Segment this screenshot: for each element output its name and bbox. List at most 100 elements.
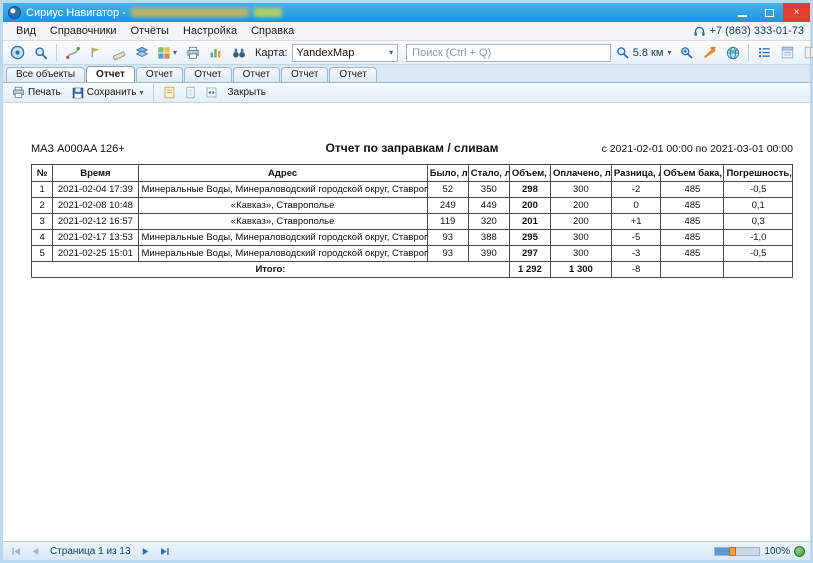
track-button[interactable] xyxy=(62,43,83,63)
app-logo-icon xyxy=(8,6,21,19)
column-header: Погрешность, % xyxy=(724,165,793,182)
follow-object-button[interactable] xyxy=(699,43,720,63)
totals-row: Итого:1 2921 300-8 xyxy=(32,262,793,278)
report-panel-button[interactable] xyxy=(777,43,798,63)
map-layers-dropdown[interactable]: ▾ xyxy=(154,43,180,63)
minimize-button[interactable] xyxy=(729,3,756,22)
first-page-button[interactable] xyxy=(8,544,24,559)
table-header-row: №ВремяАдресБыло, лСтало, лОбъем, лОплаче… xyxy=(32,165,793,182)
close-button[interactable]: × xyxy=(783,3,810,22)
app-window: Сириус Навигатор - × Вид Справочники Отч… xyxy=(0,0,813,563)
table-cell: «Кавказ», Ставрополье xyxy=(138,214,427,230)
table-cell: 0,3 xyxy=(724,214,793,230)
totals-cell xyxy=(661,262,724,278)
print-button[interactable]: Печать xyxy=(8,84,65,101)
table-cell: 300 xyxy=(550,182,611,198)
table-cell: 390 xyxy=(468,246,509,262)
table-cell: -0,5 xyxy=(724,246,793,262)
table-cell: 4 xyxy=(32,230,53,246)
next-page-button[interactable] xyxy=(138,544,154,559)
support-phone: +7 (863) 333-01-73 xyxy=(710,25,804,37)
menu-item-spravka[interactable]: Справка xyxy=(244,23,301,39)
previous-page-icon xyxy=(30,546,41,557)
menu-item-spravochniki[interactable]: Справочники xyxy=(43,23,124,39)
column-header: Было, л xyxy=(427,165,468,182)
zoom-slider-fill xyxy=(715,548,729,555)
show-objects-button[interactable] xyxy=(7,43,28,63)
window-controls: × xyxy=(729,3,810,22)
title-bar: Сириус Навигатор - × xyxy=(3,3,810,22)
last-page-button[interactable] xyxy=(157,544,173,559)
table-cell: 2021-02-17 13:53 xyxy=(53,230,138,246)
redacted-title-text xyxy=(131,8,249,17)
scale-indicator[interactable]: 5.8 км ▾ xyxy=(613,43,675,63)
table-cell: -5 xyxy=(611,230,660,246)
close-report-button[interactable]: Закрыть xyxy=(223,84,270,101)
tab-report-1[interactable]: Отчет xyxy=(86,66,135,82)
last-page-icon xyxy=(159,546,170,557)
table-cell: 295 xyxy=(509,230,550,246)
status-bar: Страница 1 из 13 100% xyxy=(3,541,810,560)
layers-button[interactable] xyxy=(131,43,152,63)
first-page-icon xyxy=(11,546,22,557)
maximize-button[interactable] xyxy=(756,3,783,22)
table-cell: 0,1 xyxy=(724,198,793,214)
tab-report-4[interactable]: Отчет xyxy=(233,67,280,82)
table-cell: 300 xyxy=(550,246,611,262)
table-cell: 2021-02-25 15:01 xyxy=(53,246,138,262)
tab-all-objects[interactable]: Все объекты xyxy=(6,67,85,82)
save-button[interactable]: Сохранить ▾ xyxy=(68,84,148,101)
printer-icon xyxy=(186,46,200,60)
charts-button[interactable] xyxy=(205,43,226,63)
marker-button[interactable] xyxy=(85,43,106,63)
status-indicator-icon[interactable] xyxy=(794,546,805,557)
table-row: 42021-02-17 13:53Минеральные Воды, Минер… xyxy=(32,230,793,246)
compass-icon xyxy=(10,45,25,60)
table-cell: 200 xyxy=(550,214,611,230)
previous-page-button[interactable] xyxy=(27,544,43,559)
support-phone-block: +7 (863) 333-01-73 xyxy=(693,25,804,38)
dropdown-caret-icon: ▾ xyxy=(173,48,177,57)
table-cell: 297 xyxy=(509,246,550,262)
report-table: №ВремяАдресБыло, лСтало, лОбъем, лОплаче… xyxy=(31,164,793,278)
search-map-button[interactable] xyxy=(30,43,51,63)
binoculars-button[interactable] xyxy=(228,43,249,63)
split-view-button[interactable] xyxy=(800,43,813,63)
document-tabs: Все объекты Отчет Отчет Отчет Отчет Отче… xyxy=(3,65,810,83)
map-provider-select[interactable]: YandexMap ▾ xyxy=(292,44,399,62)
tab-label: Отчет xyxy=(194,69,221,80)
report-toolbar: Печать Сохранить ▾ Закрыть xyxy=(3,83,810,103)
tab-report-3[interactable]: Отчет xyxy=(184,67,231,82)
menu-item-otchety[interactable]: Отчёты xyxy=(124,23,176,39)
page-setup-button[interactable] xyxy=(160,84,178,101)
tab-report-5[interactable]: Отчет xyxy=(281,67,328,82)
map-select-caret-icon: ▾ xyxy=(389,48,393,57)
map-provider-value: YandexMap xyxy=(297,47,355,59)
table-cell: -3 xyxy=(611,246,660,262)
object-list-button[interactable] xyxy=(754,43,775,63)
page-width-button[interactable] xyxy=(202,84,220,101)
tab-report-2[interactable]: Отчет xyxy=(136,67,183,82)
column-header: Оплачено, л xyxy=(550,165,611,182)
menu-item-nastroyka[interactable]: Настройка xyxy=(176,23,244,39)
ruler-button[interactable] xyxy=(108,43,129,63)
whole-page-icon xyxy=(184,86,197,99)
window-title: Сириус Навигатор - xyxy=(26,7,126,19)
search-input[interactable] xyxy=(406,44,611,62)
zoom-in-button[interactable] xyxy=(676,43,697,63)
report-header: МАЗ A000AA 126+ Отчет по заправкам / сли… xyxy=(31,141,793,155)
zoom-slider-handle[interactable] xyxy=(729,547,736,556)
table-row: 52021-02-25 15:01Минеральные Воды, Минер… xyxy=(32,246,793,262)
tab-report-6[interactable]: Отчет xyxy=(329,67,376,82)
map-tiles-icon xyxy=(157,46,171,60)
report-panel-icon xyxy=(781,46,794,59)
tab-label: Отчет xyxy=(339,69,366,80)
menu-item-vid[interactable]: Вид xyxy=(9,23,43,39)
chart-icon xyxy=(209,46,222,59)
map-label: Карта: xyxy=(255,47,288,59)
table-cell: Минеральные Воды, Минераловодский городс… xyxy=(138,230,427,246)
print-map-button[interactable] xyxy=(182,43,203,63)
whole-page-button[interactable] xyxy=(181,84,199,101)
zoom-slider[interactable] xyxy=(714,547,760,556)
whole-map-button[interactable] xyxy=(722,43,743,63)
